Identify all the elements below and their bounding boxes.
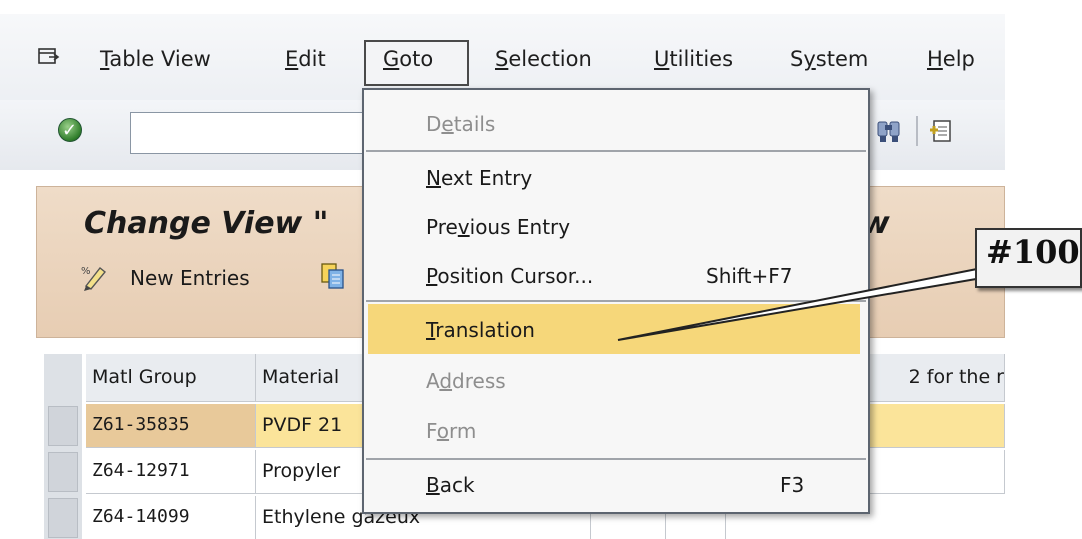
menu-goto[interactable]: Goto <box>383 47 433 71</box>
cell-matl-group[interactable]: Z64-14099 <box>86 496 256 539</box>
menu-item-previous-entry[interactable]: Previous Entry <box>426 215 570 239</box>
menu-label-part: osition Cursor... <box>437 264 594 288</box>
menu-label-part: tilities <box>669 47 734 71</box>
menu-mnemonic: E <box>285 47 299 71</box>
callout-label: #100 <box>986 233 1080 271</box>
page-title: Change View " <box>84 206 329 241</box>
menu-table-view[interactable]: Table View <box>100 47 211 71</box>
menu-label-part: Pre <box>426 215 458 239</box>
menu-label-part: D <box>426 112 442 136</box>
shortcut-shift-f7: Shift+F7 <box>706 264 793 288</box>
menu-label-part: rm <box>449 419 477 443</box>
menu-mnemonic: d <box>439 369 453 393</box>
menu-help[interactable]: Help <box>927 47 975 71</box>
menu-label-part: ext Entry <box>440 166 533 190</box>
toolbar-separator <box>916 116 918 146</box>
menu-mnemonic: U <box>654 47 670 71</box>
menu-label-part: election <box>508 47 592 71</box>
menu-item-position-cursor[interactable]: Position Cursor... <box>426 264 593 288</box>
menu-label-part: elp <box>942 47 975 71</box>
menu-item-next-entry[interactable]: Next Entry <box>426 166 532 190</box>
menu-mnemonic: S <box>495 47 509 71</box>
menu-item-address: Address <box>426 369 506 393</box>
row-selector[interactable] <box>48 452 78 492</box>
cell-matl-group[interactable]: Z61-35835 <box>86 404 256 448</box>
menu-selection[interactable]: Selection <box>495 47 592 71</box>
new-entries-button[interactable]: New Entries <box>130 266 250 290</box>
menu-label-part: S <box>790 47 804 71</box>
copy-icon[interactable] <box>320 262 346 290</box>
menu-icon[interactable] <box>38 48 60 66</box>
menu-separator <box>366 150 866 152</box>
shortcut-f3: F3 <box>780 473 805 497</box>
menu-mnemonic: G <box>383 47 400 71</box>
command-field[interactable] <box>130 112 380 154</box>
column-header-matl-group[interactable]: Matl Group <box>86 354 256 402</box>
menu-label-part: F <box>426 419 437 443</box>
menu-item-translation[interactable]: Translation <box>426 318 535 342</box>
menu-label-part: dit <box>298 47 326 71</box>
menu-label-part: ious Entry <box>469 215 571 239</box>
menu-label-part: oto <box>399 47 434 71</box>
check-mark-glyph: ✓ <box>62 120 78 141</box>
menu-mnemonic: T <box>100 47 110 71</box>
menu-utilities[interactable]: Utilities <box>654 47 733 71</box>
menu-mnemonic: B <box>426 473 440 497</box>
menu-mnemonic: H <box>927 47 943 71</box>
menu-mnemonic: e <box>441 112 454 136</box>
menu-label-part: ranslation <box>435 318 535 342</box>
menu-item-details: Details <box>426 112 495 136</box>
menu-label-part: A <box>426 369 440 393</box>
menu-edit[interactable]: Edit <box>285 47 326 71</box>
menu-item-back[interactable]: Back <box>426 473 475 497</box>
menu-label-part: tails <box>453 112 496 136</box>
menu-label-part: ack <box>439 473 475 497</box>
menu-separator <box>366 458 866 460</box>
menu-label-part: stem <box>815 47 869 71</box>
menu-mnemonic: y <box>803 47 816 71</box>
menu-item-form: Form <box>426 419 476 443</box>
cell-matl-group[interactable]: Z64-12971 <box>86 450 256 494</box>
menu-mnemonic: v <box>457 215 470 239</box>
row-selector[interactable] <box>48 406 78 446</box>
window-top-edge <box>0 0 1005 14</box>
menu-mnemonic: N <box>426 166 441 190</box>
menu-mnemonic: o <box>436 419 450 443</box>
create-session-icon[interactable] <box>928 118 954 144</box>
menu-label-part: able View <box>109 47 211 71</box>
row-selector[interactable] <box>48 498 78 538</box>
find-icon[interactable] <box>876 118 902 144</box>
menu-separator <box>366 300 866 302</box>
new-entries-icon[interactable]: % <box>80 262 110 292</box>
menu-system[interactable]: System <box>790 47 868 71</box>
menu-mnemonic: P <box>426 264 438 288</box>
menu-mnemonic: T <box>426 318 436 342</box>
menu-label-part: dress <box>452 369 506 393</box>
svg-text:%: % <box>81 266 91 277</box>
